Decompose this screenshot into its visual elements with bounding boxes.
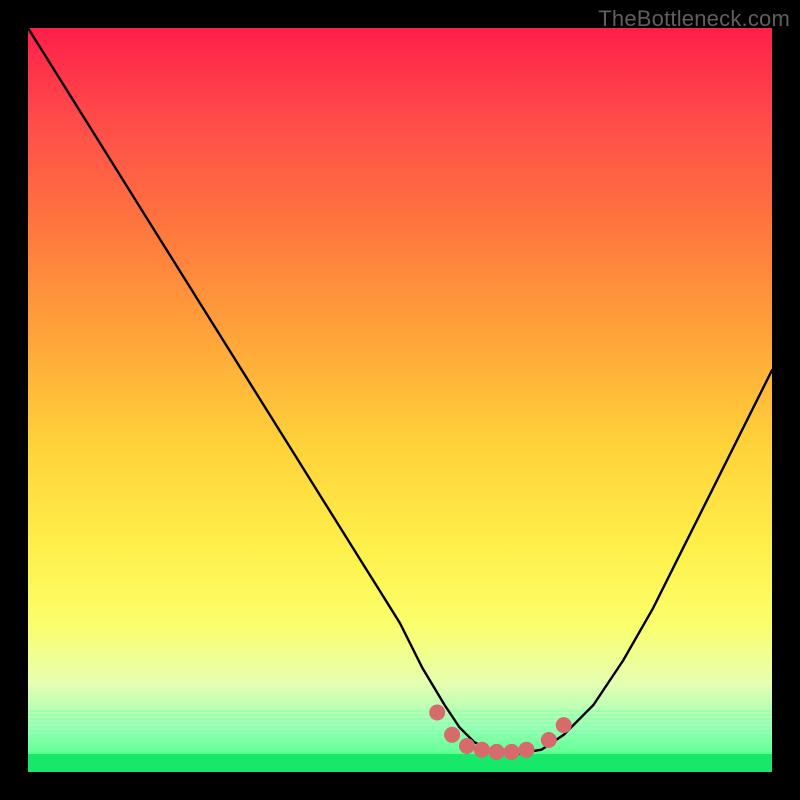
curve-marker <box>444 727 460 743</box>
curve-marker <box>429 705 445 721</box>
curve-svg <box>28 28 772 772</box>
bottleneck-curve <box>28 28 772 753</box>
curve-marker <box>504 744 520 760</box>
plot-area <box>28 28 772 772</box>
curve-marker <box>489 744 505 760</box>
curve-marker <box>459 738 475 754</box>
curve-marker <box>474 742 490 758</box>
curve-marker <box>519 742 535 758</box>
curve-marker <box>556 717 572 733</box>
chart-frame: TheBottleneck.com <box>0 0 800 800</box>
curve-marker <box>541 732 557 748</box>
